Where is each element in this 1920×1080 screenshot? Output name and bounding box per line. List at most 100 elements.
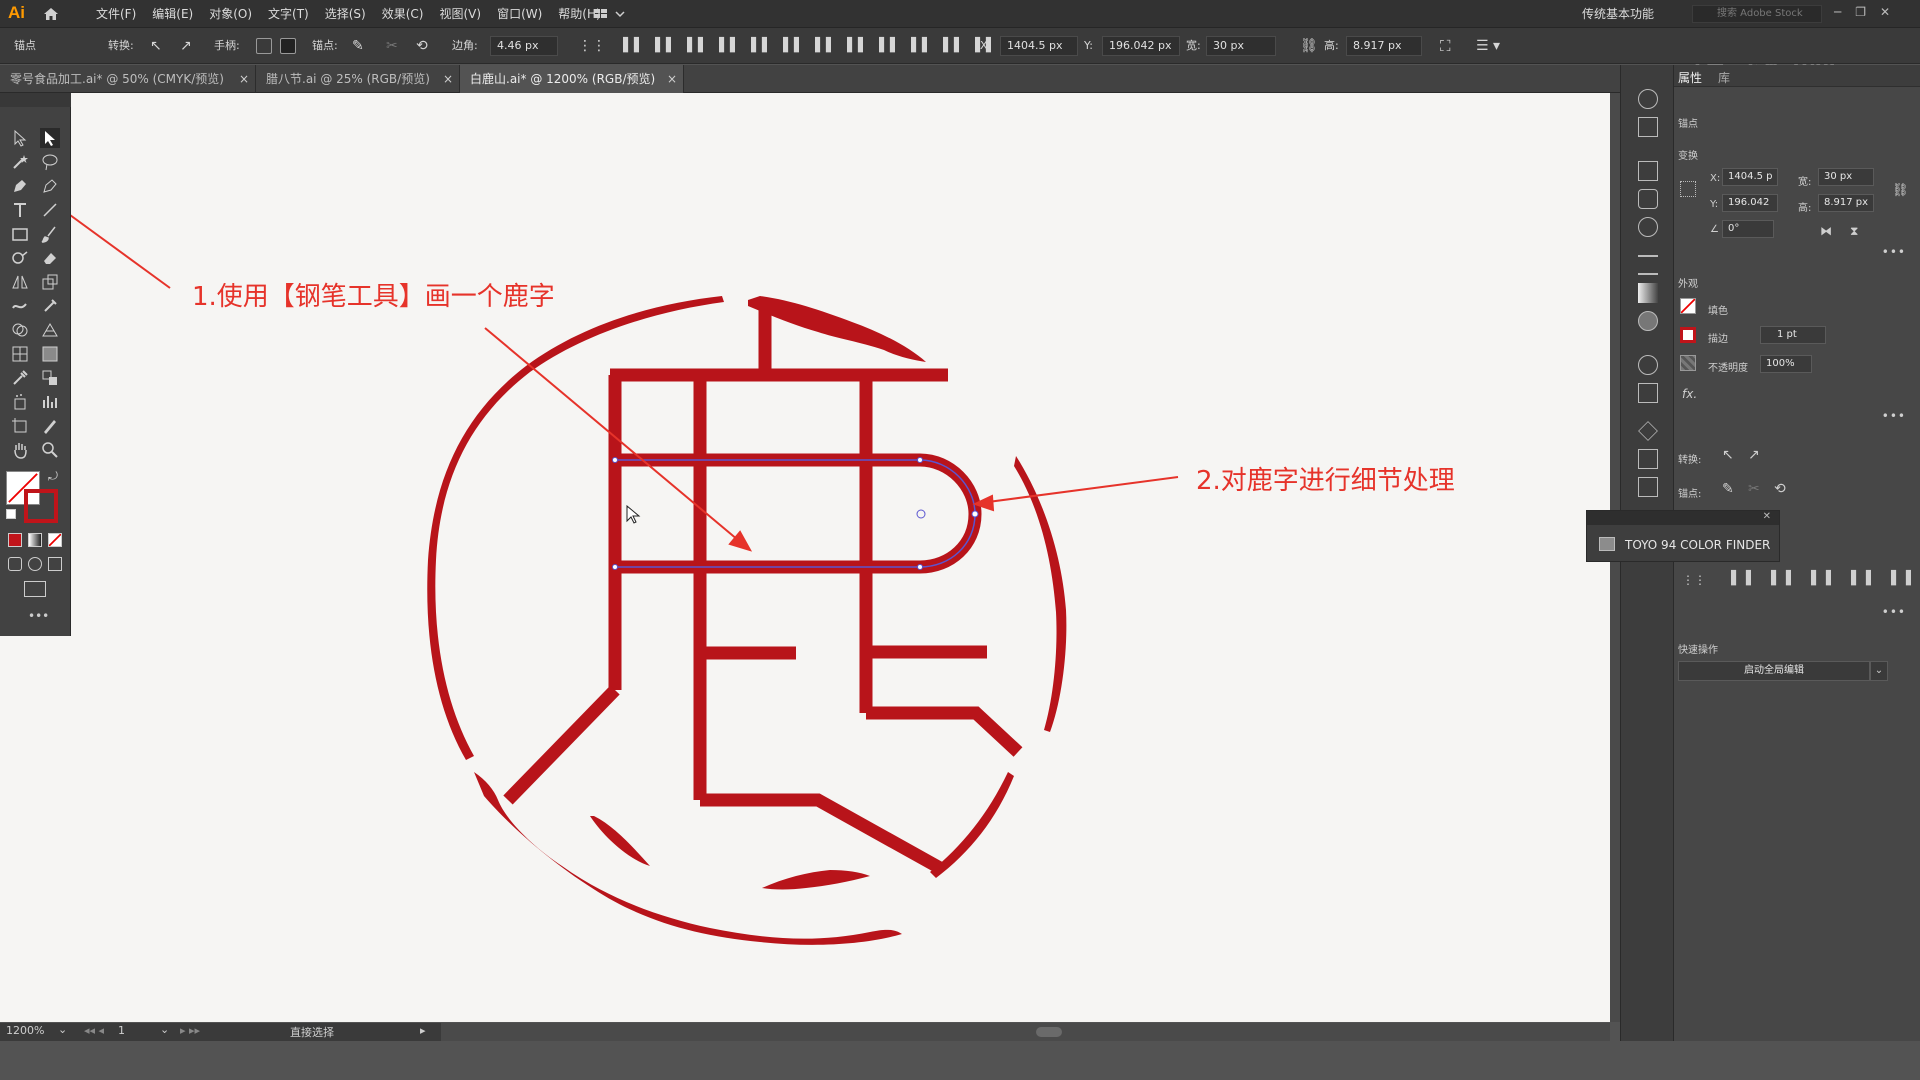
shape-builder-icon[interactable] [10, 320, 30, 340]
fx-button[interactable]: fx. [1682, 387, 1697, 401]
artboard-tool-icon[interactable] [10, 416, 30, 436]
flip-horizontal-icon[interactable]: ⧓ [1820, 224, 1832, 238]
panel-titlebar[interactable]: ✕ [1587, 511, 1779, 525]
distribute-icon[interactable]: ⋮⋮ [1682, 573, 1706, 587]
horizontal-scrollbar[interactable] [441, 1023, 1610, 1041]
handle-show-icon[interactable] [256, 38, 272, 54]
curvature-tool-icon[interactable] [40, 176, 60, 196]
graphic-styles-icon[interactable] [1638, 383, 1658, 403]
pen-tool-icon[interactable] [10, 176, 30, 196]
image-trace-icon[interactable] [1638, 117, 1658, 137]
perspective-grid-icon[interactable] [40, 320, 60, 340]
menu-window[interactable]: 窗口(W) [489, 0, 550, 28]
convert-corner-icon[interactable]: ↖ [150, 28, 162, 64]
minimize-icon[interactable]: ─ [1834, 0, 1841, 24]
menu-view[interactable]: 视图(V) [431, 0, 489, 28]
status-menu-icon[interactable]: ▸ [420, 1024, 426, 1037]
corner-radius-field[interactable]: 4.46 px [490, 36, 558, 56]
x-field[interactable]: 1404.5 px [1000, 36, 1078, 56]
eyedropper-icon[interactable] [10, 368, 30, 388]
artboard-canvas[interactable]: 1.使用【钢笔工具】画一个鹿字 2.对鹿字进行细节处理 [0, 93, 1610, 1022]
mesh-tool-icon[interactable] [10, 344, 30, 364]
transparency-icon[interactable] [1638, 311, 1658, 331]
swatches-icon[interactable] [1638, 161, 1658, 181]
remove-anchor-icon[interactable]: ✎ [1722, 481, 1734, 497]
gradient-tool-icon[interactable] [40, 344, 60, 364]
artboards-icon[interactable] [1638, 477, 1658, 497]
artboard-prev-icon[interactable]: ◂◂ ◂ [84, 1024, 104, 1037]
home-icon[interactable] [42, 5, 60, 23]
swap-fill-stroke-icon[interactable]: ⤾ [48, 469, 58, 484]
convert-corner-icon[interactable]: ↖ [1722, 447, 1734, 463]
constrain-link-icon[interactable]: ⛓ [1892, 183, 1909, 198]
stroke-weight-input[interactable]: 1 pt [1760, 326, 1826, 344]
x-input[interactable]: 1404.5 p [1722, 168, 1778, 186]
close-icon[interactable]: × [239, 65, 249, 93]
selection-tool-icon[interactable] [10, 128, 30, 148]
workspace-switcher[interactable]: 传统基本功能 [1582, 0, 1654, 28]
tab-document-3[interactable]: 白鹿山.ai* @ 1200% (RGB/预览) × [460, 65, 684, 93]
chevron-down-icon[interactable]: ⌄ [58, 1023, 67, 1036]
remove-anchor-icon[interactable]: ✎ [352, 28, 364, 64]
menu-object[interactable]: 对象(O) [201, 0, 260, 28]
selected-path-outline[interactable] [612, 457, 979, 570]
menu-effect[interactable]: 效果(C) [374, 0, 432, 28]
rectangle-tool-icon[interactable] [10, 224, 30, 244]
warp-tool-icon[interactable] [10, 296, 30, 316]
draw-behind-icon[interactable] [28, 557, 42, 571]
draw-normal-icon[interactable] [8, 557, 22, 571]
lasso-icon[interactable] [40, 152, 60, 172]
stock-search-input[interactable]: 搜索 Adobe Stock [1692, 5, 1822, 23]
eraser-icon[interactable] [40, 248, 60, 268]
gradient-mode-icon[interactable] [28, 533, 42, 547]
appearance-icon[interactable] [1638, 355, 1658, 375]
y-field[interactable]: 196.042 px [1102, 36, 1180, 56]
artboard-next-icon[interactable]: ▸ ▸▸ [180, 1024, 200, 1037]
menu-select[interactable]: 选择(S) [317, 0, 374, 28]
close-icon[interactable]: × [667, 65, 677, 93]
tab-document-1[interactable]: 零号食品加工.ai* @ 50% (CMYK/预览) × [0, 65, 256, 93]
opacity-input[interactable]: 100% [1760, 355, 1812, 373]
symbol-sprayer-icon[interactable] [10, 392, 30, 412]
close-icon[interactable]: ✕ [1880, 0, 1890, 24]
convert-smooth-icon[interactable]: ↗ [180, 28, 192, 64]
align-icons[interactable]: ▐▌▐▌▐▌▐▌▐▌▐▌▐▌▐▌▐▌▐▌▐▌▐▌ [618, 28, 1002, 64]
y-input[interactable]: 196.042 [1722, 194, 1778, 212]
paintbrush-icon[interactable] [40, 224, 60, 244]
draw-inside-icon[interactable] [48, 557, 62, 571]
menu-file[interactable]: 文件(F) [88, 0, 144, 28]
stroke-swatch[interactable] [24, 489, 58, 523]
slice-tool-icon[interactable] [40, 416, 60, 436]
transform-more-options[interactable]: ••• [1882, 245, 1906, 259]
zoom-tool-icon[interactable] [40, 440, 60, 460]
zoom-level[interactable]: 1200% [6, 1024, 44, 1037]
puppet-warp-icon[interactable] [40, 296, 60, 316]
more-tools-icon[interactable]: ••• [28, 609, 49, 623]
export-icon[interactable] [1638, 449, 1658, 469]
fill-none-swatch[interactable] [1680, 298, 1696, 314]
stroke-label[interactable]: 描边 [1708, 330, 1728, 345]
artboard-number[interactable]: 1 [118, 1024, 125, 1037]
rotate-input[interactable]: 0° [1722, 220, 1774, 238]
chevron-down-icon[interactable]: ⌄ [1870, 661, 1888, 681]
scroll-thumb[interactable] [1036, 1027, 1062, 1037]
tab-libraries[interactable]: 库 [1718, 69, 1730, 86]
hand-tool-icon[interactable] [10, 440, 30, 460]
appearance-more-options[interactable]: ••• [1882, 409, 1906, 423]
isolate-icon[interactable]: ⛶ [1440, 28, 1451, 64]
brushes-icon[interactable] [1638, 189, 1658, 209]
reference-point-icon[interactable] [1680, 181, 1696, 197]
opacity-label[interactable]: 不透明度 [1708, 359, 1748, 374]
blend-tool-icon[interactable] [40, 368, 60, 388]
default-colors-icon[interactable] [6, 509, 16, 519]
magic-wand-icon[interactable] [10, 152, 30, 172]
menu-type[interactable]: 文字(T) [260, 0, 317, 28]
convert-smooth-icon[interactable]: ↗ [1748, 447, 1760, 463]
none-mode-icon[interactable] [48, 533, 62, 547]
handle-hide-icon[interactable] [280, 38, 296, 54]
stroke-swatch[interactable] [1680, 327, 1696, 343]
reflect-tool-icon[interactable] [10, 272, 30, 292]
menu-more-icon[interactable]: ☰ ▾ [1476, 28, 1500, 64]
line-tool-icon[interactable] [40, 200, 60, 220]
panel-grip[interactable] [0, 93, 71, 107]
